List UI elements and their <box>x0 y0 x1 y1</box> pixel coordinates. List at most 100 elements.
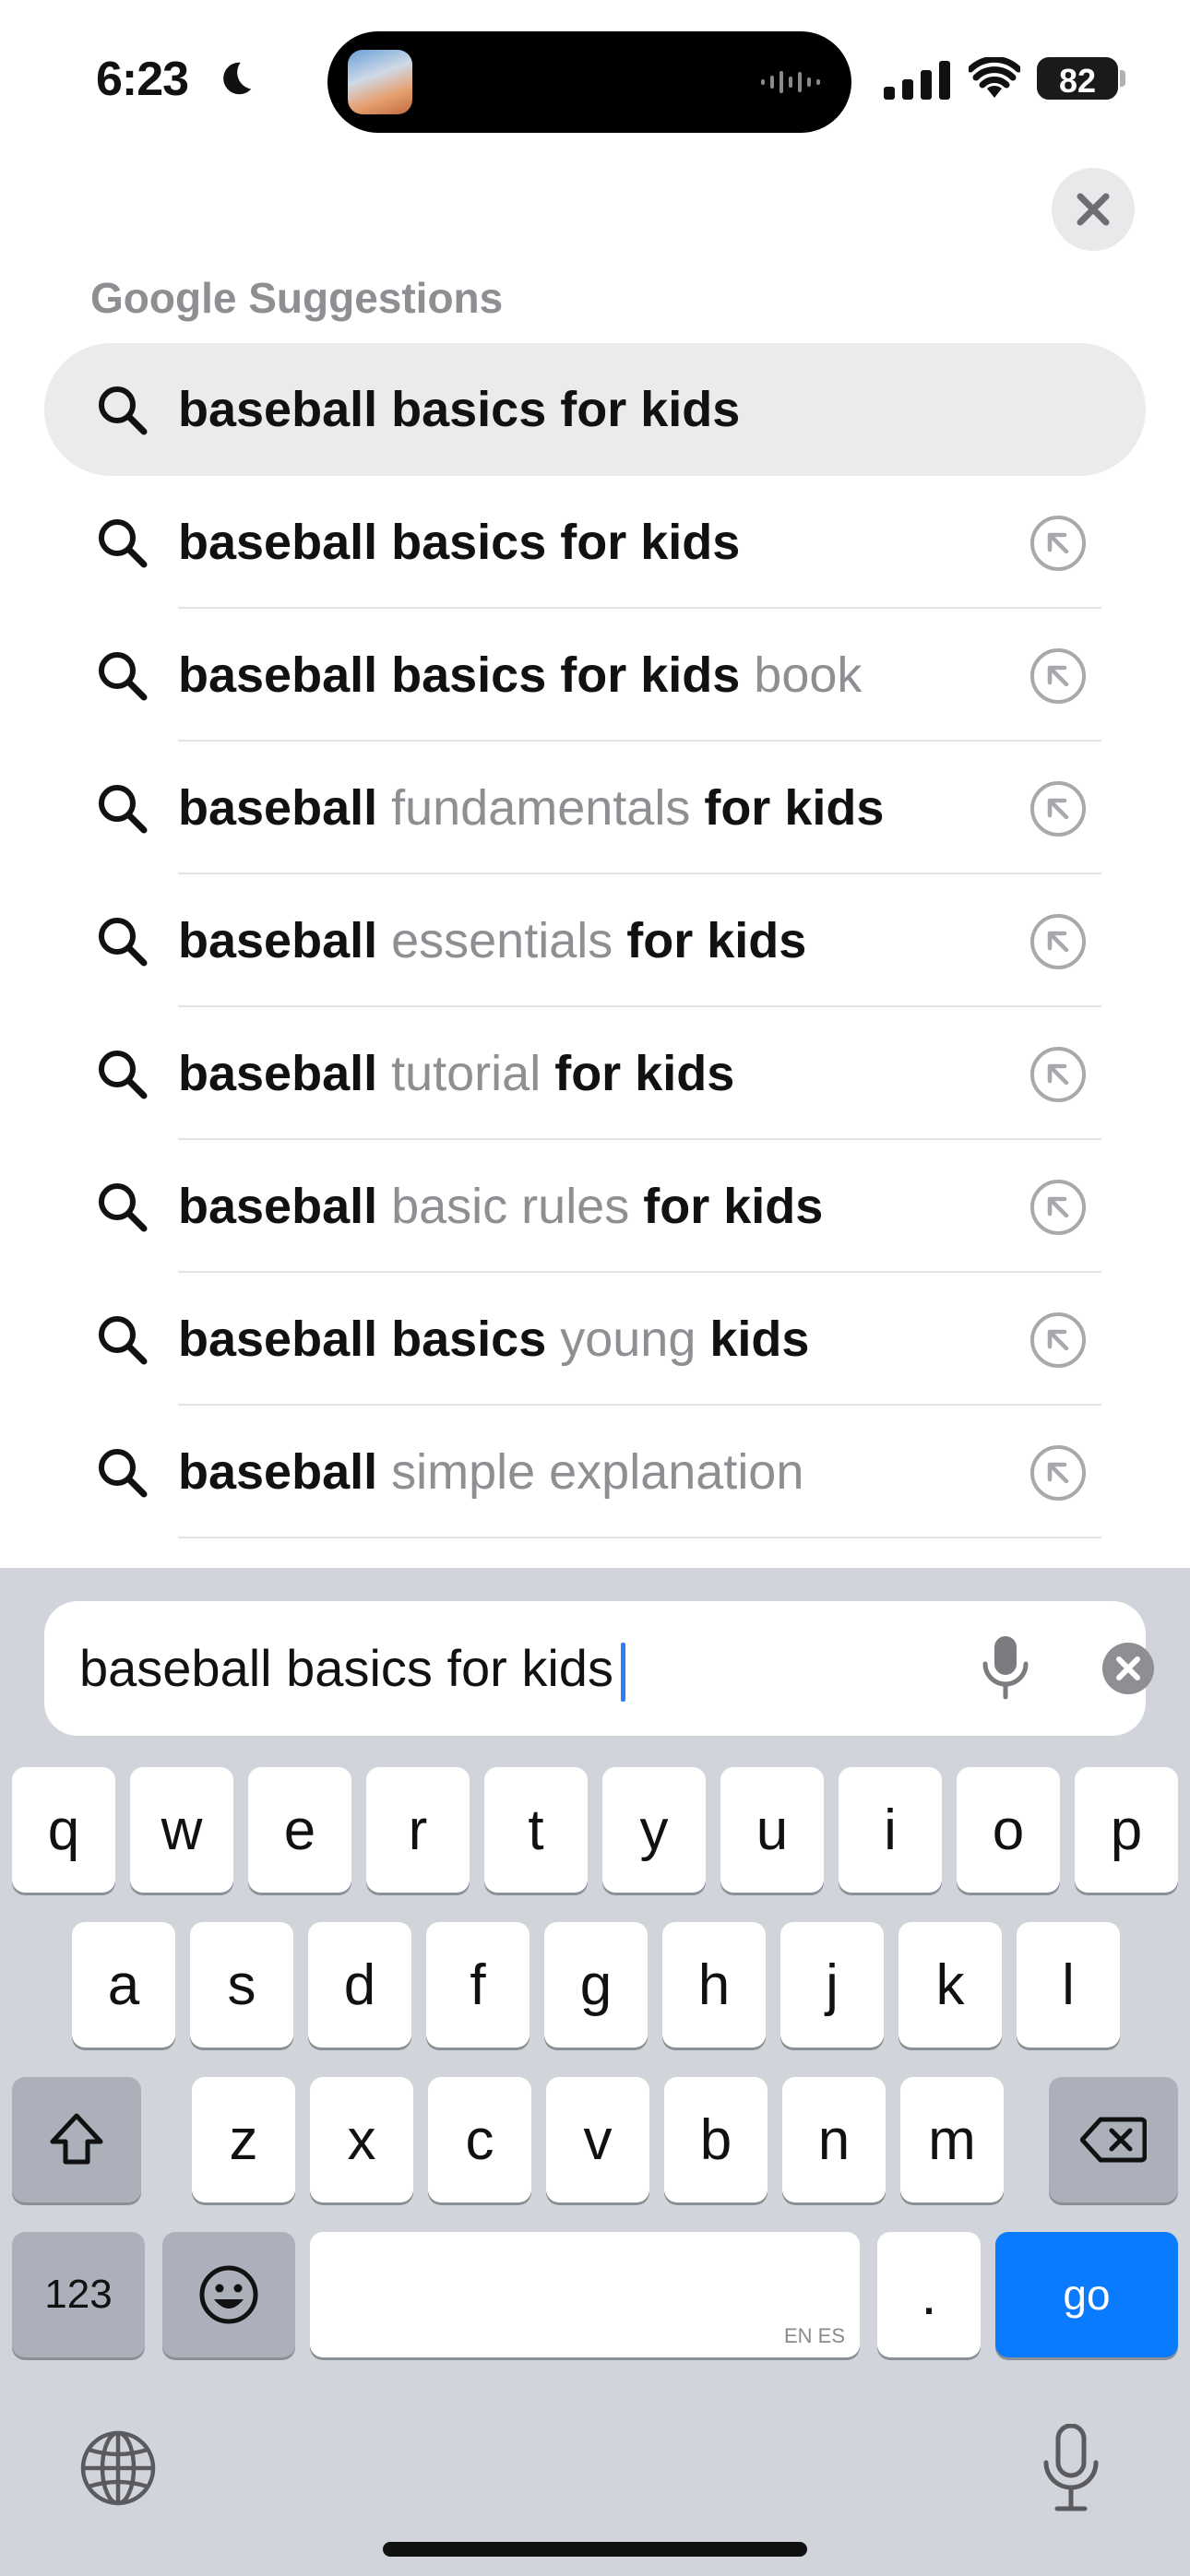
clear-text-icon[interactable] <box>1101 1642 1155 1695</box>
search-icon <box>96 384 148 435</box>
suggestion-item[interactable]: baseball simple explanation <box>44 1406 1146 1538</box>
key-d[interactable]: d <box>308 1922 411 2048</box>
shift-key[interactable] <box>12 2077 141 2202</box>
key-q[interactable]: q <box>12 1767 115 1893</box>
suggestion-text-part: baseball basics <box>178 1312 561 1367</box>
top-hit-suggestion[interactable]: baseball basics for kids <box>44 343 1146 476</box>
suggestion-text: baseball essentials for kids <box>178 874 806 1007</box>
key-f[interactable]: f <box>426 1922 530 2048</box>
suggestion-text-part: baseball basics for kids <box>178 382 741 437</box>
key-p[interactable]: p <box>1075 1767 1178 1893</box>
arrow-up-left-fill-icon[interactable] <box>1029 780 1087 837</box>
suggestion-text-part: fundamentals <box>391 780 691 836</box>
arrow-up-left-fill-icon[interactable] <box>1029 515 1087 572</box>
search-icon <box>96 1181 148 1232</box>
dictation-microphone-icon[interactable] <box>1041 2424 1101 2512</box>
suggestion-text-part: tutorial <box>391 1046 541 1101</box>
wifi-icon <box>969 57 1020 98</box>
suggestion-item[interactable]: baseball basics for kids <box>44 476 1146 609</box>
suggestion-text-part: young <box>560 1312 696 1367</box>
delete-icon <box>1080 2117 1147 2163</box>
suggestion-text-part: basic rules <box>391 1179 630 1234</box>
suggestion-text-part: essentials <box>391 913 613 968</box>
key-a[interactable]: a <box>72 1922 175 2048</box>
audio-wave-icon <box>761 71 820 93</box>
arrow-up-left-fill-icon[interactable] <box>1029 1046 1087 1103</box>
suggestion-text-part: baseball <box>178 913 392 968</box>
key-y[interactable]: y <box>602 1767 706 1893</box>
search-icon <box>96 782 148 834</box>
shift-icon <box>50 2113 103 2165</box>
key-h[interactable]: h <box>662 1922 766 2048</box>
divider <box>178 1537 1101 1538</box>
key-r[interactable]: r <box>366 1767 470 1893</box>
section-title: Google Suggestions <box>90 274 504 322</box>
suggestion-item[interactable]: baseball essentials for kids <box>44 874 1146 1007</box>
keyboard-language-hint: EN ES <box>783 2324 845 2347</box>
arrow-up-left-fill-icon[interactable] <box>1029 647 1087 705</box>
arrow-up-left-fill-icon[interactable] <box>1029 1444 1087 1502</box>
suggestion-text: baseball simple explanation <box>178 1406 803 1538</box>
numbers-key[interactable]: 123 <box>12 2232 145 2357</box>
suggestion-text-part: for kids <box>541 1046 735 1101</box>
period-key[interactable]: . <box>877 2232 981 2357</box>
key-l[interactable]: l <box>1017 1922 1120 2048</box>
key-g[interactable]: g <box>544 1922 648 2048</box>
cellular-signal-icon <box>884 61 950 100</box>
suggestion-item[interactable]: baseball tutorial for kids <box>44 1007 1146 1140</box>
key-b[interactable]: b <box>664 2077 768 2202</box>
key-e[interactable]: e <box>248 1767 351 1893</box>
arrow-up-left-fill-icon[interactable] <box>1029 913 1087 970</box>
search-icon <box>96 1048 148 1099</box>
key-x[interactable]: x <box>310 2077 413 2202</box>
dynamic-island[interactable] <box>327 31 851 133</box>
search-icon <box>96 516 148 568</box>
key-m[interactable]: m <box>900 2077 1004 2202</box>
search-input-value: baseball basics for kids <box>79 1639 613 1697</box>
key-s[interactable]: s <box>190 1922 293 2048</box>
go-key[interactable]: go <box>995 2232 1178 2357</box>
arrow-up-left-fill-icon[interactable] <box>1029 1312 1087 1369</box>
suggestion-text-part: baseball <box>178 780 392 836</box>
suggestion-text-part: baseball <box>178 1046 392 1101</box>
key-k[interactable]: k <box>898 1922 1002 2048</box>
key-v[interactable]: v <box>546 2077 649 2202</box>
emoji-key[interactable] <box>162 2232 295 2357</box>
suggestion-text: baseball basics for kids <box>178 343 740 476</box>
suggestion-item[interactable]: baseball basics young kids <box>44 1273 1146 1406</box>
status-bar: 6:23 82 <box>0 0 1190 157</box>
status-time: 6:23 <box>96 53 189 106</box>
key-w[interactable]: w <box>130 1767 233 1893</box>
suggestion-text-part: baseball <box>178 1444 392 1500</box>
key-o[interactable]: o <box>957 1767 1060 1893</box>
arrow-up-left-fill-icon[interactable] <box>1029 1179 1087 1236</box>
suggestion-text-part: baseball basics for kids <box>178 647 755 703</box>
suggestion-text-part: baseball <box>178 1179 392 1234</box>
globe-icon[interactable] <box>79 2429 157 2507</box>
suggestion-item[interactable]: baseball basics for kids book <box>44 609 1146 742</box>
search-input[interactable]: baseball basics for kids <box>44 1601 1154 1736</box>
suggestion-text: baseball basics for kids book <box>178 609 862 742</box>
home-indicator[interactable] <box>383 2542 807 2557</box>
delete-key[interactable] <box>1049 2077 1178 2202</box>
moon-icon <box>223 62 252 95</box>
suggestion-text-part: kids <box>696 1312 810 1367</box>
space-key[interactable]: EN ES <box>310 2232 860 2357</box>
close-button[interactable] <box>1052 168 1135 251</box>
key-u[interactable]: u <box>720 1767 824 1893</box>
emoji-icon <box>199 2265 258 2324</box>
text-caret <box>620 1643 625 1703</box>
suggestion-item[interactable]: baseball basic rules for kids <box>44 1140 1146 1273</box>
key-t[interactable]: t <box>484 1767 588 1893</box>
key-c[interactable]: c <box>428 2077 531 2202</box>
close-icon <box>1077 193 1110 226</box>
key-i[interactable]: i <box>839 1767 942 1893</box>
microphone-icon[interactable] <box>978 1634 1033 1703</box>
suggestion-item[interactable]: baseball fundamentals for kids <box>44 742 1146 874</box>
key-j[interactable]: j <box>780 1922 884 2048</box>
search-icon <box>96 915 148 967</box>
key-z[interactable]: z <box>192 2077 295 2202</box>
key-n[interactable]: n <box>782 2077 886 2202</box>
suggestion-text-part: simple explanation <box>391 1444 804 1500</box>
suggestion-list: baseball basics for kids baseball basics … <box>44 343 1146 1538</box>
